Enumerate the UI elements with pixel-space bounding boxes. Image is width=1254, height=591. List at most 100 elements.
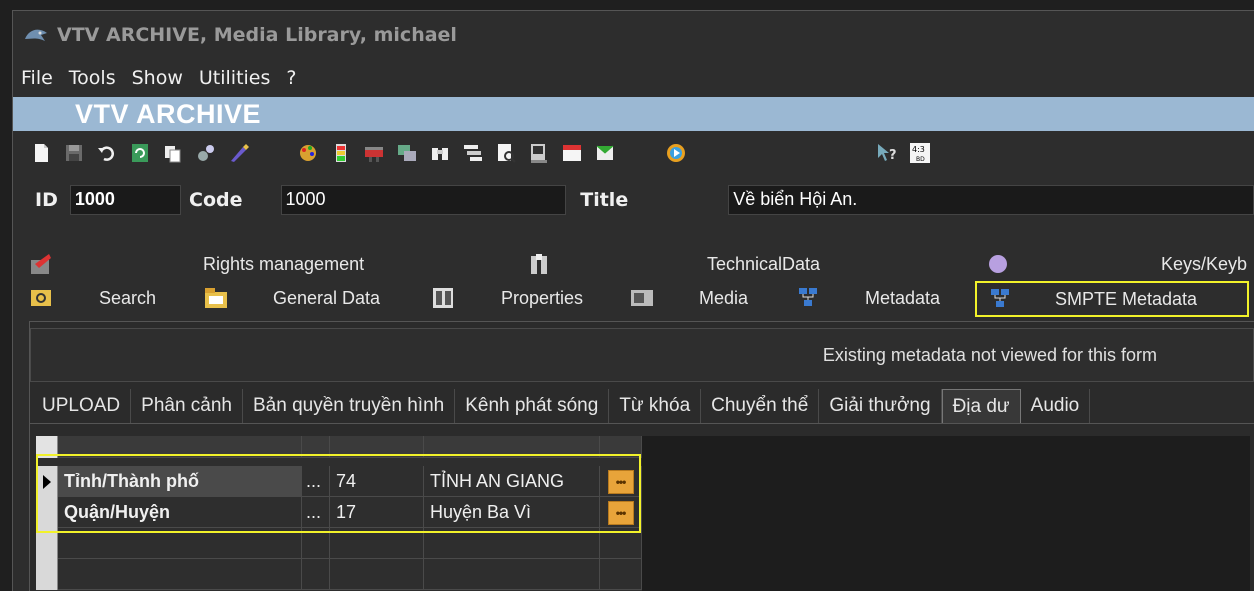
tab-label: Properties (501, 287, 584, 308)
code-field[interactable]: 1000 (280, 185, 567, 215)
tab-keys[interactable]: Keys/Keyb (985, 247, 1247, 281)
tab-metadata[interactable]: Metadata (795, 281, 940, 315)
subtab-phan-canh[interactable]: Phân cảnh (131, 389, 243, 423)
table-row[interactable]: Quận/Huyện ... 17 Huyện Ba Vì ••• (36, 497, 642, 528)
tab-search[interactable]: Search (29, 281, 156, 315)
field-dots[interactable]: ... (302, 497, 330, 528)
row-selector[interactable] (36, 497, 58, 528)
header-cell (600, 436, 642, 458)
tab-rights-management[interactable]: Rights management (29, 247, 364, 281)
subtab-audio[interactable]: Audio (1021, 389, 1091, 423)
tab-properties[interactable]: Properties (431, 281, 583, 315)
row-selector[interactable] (36, 528, 58, 559)
abc-icon[interactable] (560, 141, 584, 165)
film-icon[interactable] (362, 141, 386, 165)
svg-text:BD: BD (916, 156, 925, 163)
field-value[interactable]: Huyện Ba Vì (424, 497, 600, 528)
grid-icon[interactable] (395, 141, 419, 165)
code-label: Code (189, 189, 243, 211)
menu-tools[interactable]: Tools (67, 65, 118, 91)
table-row[interactable]: Tỉnh/Thành phố ... 74 TỈNH AN GIANG ••• (36, 466, 642, 497)
subtab-upload[interactable]: UPLOAD (32, 389, 132, 423)
menu-bar: File Tools Show Utilities ? (13, 59, 1254, 97)
field-dots[interactable]: ... (302, 466, 330, 497)
row-selector[interactable] (36, 466, 58, 497)
play-icon[interactable] (664, 141, 688, 165)
smpte-metadata-icon (991, 289, 1009, 307)
subtab-kenh-phat-song[interactable]: Kênh phát sóng (455, 389, 610, 423)
tab-media[interactable]: Media (629, 281, 748, 315)
lookup-button[interactable]: ••• (607, 469, 634, 494)
edit-icon[interactable] (227, 141, 251, 165)
menu-file[interactable]: File (19, 65, 55, 91)
empty-cell (600, 528, 642, 559)
table-row[interactable] (36, 528, 642, 559)
aspect-ratio-icon[interactable]: 4:3 BD (908, 141, 932, 165)
row-selector[interactable] (36, 559, 58, 590)
field-code[interactable]: 74 (330, 466, 424, 497)
subtab-dia-du[interactable]: Địa dư (941, 389, 1021, 423)
lookup-button[interactable]: ••• (607, 500, 634, 525)
subtab-giai-thuong[interactable]: Giải thưởng (819, 389, 942, 423)
grid-area: Tỉnh/Thành phố ... 74 TỈNH AN GIANG ••• … (36, 436, 1250, 591)
tab-technical-data[interactable]: TechnicalData (527, 247, 820, 281)
app-window: VTV ARCHIVE, Media Library, michael File… (12, 10, 1254, 591)
tab-label: Keys/Keyb (1161, 253, 1248, 274)
battery-icon[interactable] (329, 141, 353, 165)
copy-icon[interactable] (161, 141, 185, 165)
app-banner: VTV ARCHIVE (13, 97, 1254, 131)
palette-icon[interactable] (296, 141, 320, 165)
empty-cell (330, 559, 424, 590)
tab-label: SMPTE Metadata (1055, 288, 1198, 309)
svg-text:4:3: 4:3 (912, 145, 925, 154)
toolbar: ? 4:3 BD (13, 131, 1254, 175)
empty-cell (58, 528, 302, 559)
preview-icon[interactable] (494, 141, 518, 165)
menu-help[interactable]: ? (284, 65, 298, 91)
geo-grid: Tỉnh/Thành phố ... 74 TỈNH AN GIANG ••• … (36, 436, 642, 591)
tab-smpte-metadata[interactable]: SMPTE Metadata (975, 281, 1249, 317)
id-field[interactable]: 1000 (69, 185, 182, 215)
binoculars-icon[interactable] (428, 141, 452, 165)
app-logo-icon (25, 29, 47, 41)
subtab-bar: UPLOAD Phân cảnh Bản quyền truyền hình K… (30, 389, 1254, 424)
smpte-panel: Existing metadata not viewed for this fo… (29, 321, 1254, 591)
empty-cell (330, 528, 424, 559)
refresh-icon[interactable] (128, 141, 152, 165)
title-label: Title (580, 189, 629, 211)
subtab-ban-quyen[interactable]: Bản quyền truyền hình (243, 389, 456, 423)
field-code[interactable]: 17 (330, 497, 424, 528)
menu-utilities[interactable]: Utilities (197, 65, 273, 91)
new-icon[interactable] (29, 141, 53, 165)
record-fields: ID 1000 Code 1000 Title Về biển Hội An. (13, 175, 1254, 225)
menu-show[interactable]: Show (130, 65, 185, 91)
list-icon[interactable] (461, 141, 485, 165)
tab-label: General Data (273, 287, 381, 308)
device-icon[interactable] (527, 141, 551, 165)
archive-icon[interactable] (593, 141, 617, 165)
header-cell (424, 436, 600, 458)
tools-icon[interactable] (194, 141, 218, 165)
subtab-chuyen-the[interactable]: Chuyển thể (701, 389, 820, 423)
subtab-tu-khoa[interactable]: Từ khóa (609, 389, 702, 423)
id-label: ID (35, 189, 58, 211)
main-tabs: Rights management TechnicalData Keys/Key… (13, 247, 1254, 319)
current-row-icon (42, 474, 51, 489)
header-cell (330, 436, 424, 458)
window-title: VTV ARCHIVE, Media Library, michael (57, 24, 457, 46)
tab-general-data[interactable]: General Data (203, 281, 380, 315)
technical-icon (531, 254, 547, 274)
help-icon[interactable]: ? (875, 141, 899, 165)
field-value[interactable]: TỈNH AN GIANG (424, 466, 600, 497)
notice-text: Existing metadata not viewed for this fo… (822, 344, 1157, 365)
field-name: Quận/Huyện (58, 497, 302, 528)
undo-icon[interactable] (95, 141, 119, 165)
title-field[interactable]: Về biển Hội An. (728, 185, 1254, 215)
title-bar: VTV ARCHIVE, Media Library, michael (13, 11, 1254, 59)
media-icon (631, 290, 653, 306)
properties-icon (433, 288, 453, 308)
row-header-cell (36, 436, 58, 458)
tab-label: Search (99, 287, 157, 308)
save-icon[interactable] (62, 141, 86, 165)
table-row[interactable] (36, 559, 642, 590)
